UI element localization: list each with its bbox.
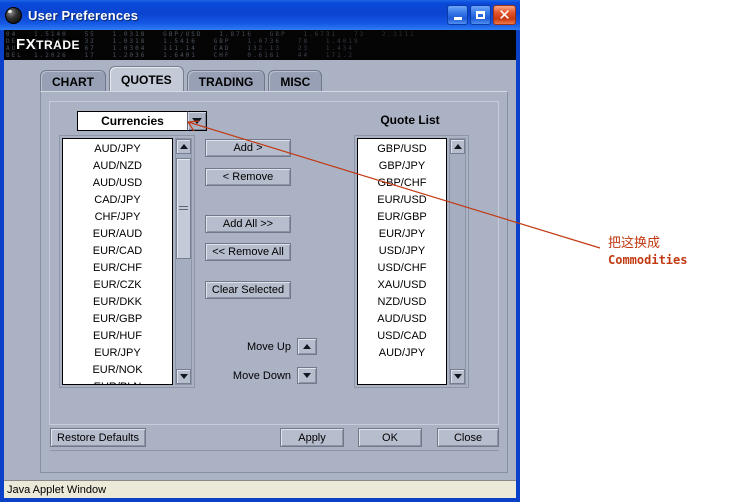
list-item[interactable]: EUR/PLN <box>63 379 172 384</box>
tab-quotes[interactable]: QUOTES <box>109 66 184 92</box>
maximize-button[interactable] <box>470 5 491 25</box>
list-item[interactable]: EUR/JPY <box>358 226 446 243</box>
annotation-text: 把这换成 Commodities <box>608 236 738 268</box>
move-down-label: Move Down <box>232 370 291 382</box>
clear-selected-button[interactable]: Clear Selected <box>205 281 291 299</box>
minimize-icon <box>453 17 462 20</box>
list-item[interactable]: NZD/USD <box>358 294 446 311</box>
add-button[interactable]: Add > <box>205 139 291 157</box>
remove-button[interactable]: < Remove <box>205 168 291 186</box>
chevron-down-icon[interactable] <box>187 111 207 131</box>
close-button[interactable]: ✕ <box>493 5 516 25</box>
chevron-down-icon <box>453 374 462 379</box>
quote-list-scrollbar[interactable] <box>449 138 466 385</box>
list-item[interactable]: USD/JPY <box>358 243 446 260</box>
list-item[interactable]: EUR/CAD <box>63 243 172 260</box>
title-bar: User Preferences ✕ <box>0 0 520 30</box>
quote-list-title: Quote List <box>380 113 440 127</box>
list-item[interactable]: GBP/JPY <box>358 158 446 175</box>
list-item[interactable]: GBP/CHF <box>358 175 446 192</box>
close-dialog-button[interactable]: Close <box>437 428 499 447</box>
restore-defaults-button[interactable]: Restore Defaults <box>50 428 146 447</box>
chevron-up-icon <box>179 144 188 149</box>
grip-icon <box>179 205 188 212</box>
add-all-button[interactable]: Add All >> <box>205 215 291 233</box>
list-item[interactable]: EUR/HUF <box>63 328 172 345</box>
list-item[interactable]: GBP/USD <box>358 141 446 158</box>
list-item[interactable]: AUD/JPY <box>358 345 446 362</box>
chevron-down-icon <box>179 374 188 379</box>
list-item[interactable]: XAU/USD <box>358 277 446 294</box>
move-up-button[interactable] <box>297 338 317 355</box>
available-list-scrollbar[interactable] <box>175 138 192 385</box>
move-up-label: Move Up <box>246 341 291 353</box>
app-sphere-icon <box>5 6 22 24</box>
list-item[interactable]: EUR/CHF <box>63 260 172 277</box>
list-item[interactable]: EUR/DKK <box>63 294 172 311</box>
quote-list-items[interactable]: GBP/USD GBP/JPY GBP/CHF EUR/USD EUR/GBP EUR/J… <box>357 138 447 385</box>
apply-button[interactable]: Apply <box>280 428 344 447</box>
scroll-up-button[interactable] <box>450 139 465 154</box>
fxtrade-logo-main: FX <box>16 36 37 53</box>
quotes-tab-panel: Currencies AUD/JPY AUD/NZD AUD/USD CAD/JPY C… <box>40 91 508 473</box>
list-item[interactable]: CAD/JPY <box>63 192 172 209</box>
list-item[interactable]: EUR/USD <box>358 192 446 209</box>
fxtrade-logo-rest: TRADE <box>36 38 81 52</box>
banner-gradient-mask <box>204 30 516 60</box>
list-item[interactable]: AUD/USD <box>358 311 446 328</box>
list-item[interactable]: AUD/JPY <box>63 141 172 158</box>
fxtrade-banner: 04 1.5140 55 1.0318 GBP/USD 1.8716 GBP 1… <box>4 30 516 60</box>
scroll-down-button[interactable] <box>450 369 465 384</box>
instrument-category-value: Currencies <box>77 111 187 131</box>
application-window: User Preferences ✕ 04 1.5140 55 1.0318 G… <box>0 0 520 502</box>
tab-misc[interactable]: MISC <box>268 70 323 92</box>
chevron-down-icon <box>303 373 311 378</box>
instrument-category-dropdown[interactable]: Currencies <box>77 111 207 131</box>
list-item[interactable]: EUR/AUD <box>63 226 172 243</box>
window-body: CHART QUOTES TRADING MISC Currencies AUD… <box>4 60 516 480</box>
fxtrade-logo: FXTRADE <box>16 36 80 53</box>
quotes-settings-card: Currencies AUD/JPY AUD/NZD AUD/USD CAD/JPY C… <box>49 101 499 425</box>
window-controls: ✕ <box>447 5 520 25</box>
tab-chart[interactable]: CHART <box>40 70 106 92</box>
minimize-button[interactable] <box>447 5 468 25</box>
title-bar-left: User Preferences <box>0 6 447 24</box>
close-icon: ✕ <box>498 5 511 24</box>
list-item[interactable]: EUR/GBP <box>358 209 446 226</box>
maximize-icon <box>476 11 485 19</box>
list-item[interactable]: EUR/NOK <box>63 362 172 379</box>
remove-all-button[interactable]: << Remove All <box>205 243 291 261</box>
quote-list[interactable]: GBP/USD GBP/JPY GBP/CHF EUR/USD EUR/GBP EUR/J… <box>354 135 469 388</box>
move-down-button[interactable] <box>297 367 317 384</box>
available-instruments-items[interactable]: AUD/JPY AUD/NZD AUD/USD CAD/JPY CHF/JPY EUR/A… <box>62 138 173 385</box>
status-bar-text: Java Applet Window <box>7 483 107 496</box>
scroll-up-button[interactable] <box>176 139 191 154</box>
list-item[interactable]: AUD/NZD <box>63 158 172 175</box>
list-item[interactable]: USD/CAD <box>358 328 446 345</box>
chevron-up-icon <box>303 344 311 349</box>
status-bar: Java Applet Window <box>4 480 516 498</box>
list-item[interactable]: AUD/USD <box>63 175 172 192</box>
list-item[interactable]: EUR/GBP <box>63 311 172 328</box>
list-item[interactable]: EUR/CZK <box>63 277 172 294</box>
annotation-english: Commodities <box>608 253 688 267</box>
scrollbar-track[interactable] <box>176 154 191 369</box>
scrollbar-thumb[interactable] <box>176 158 191 260</box>
available-instruments-list[interactable]: AUD/JPY AUD/NZD AUD/USD CAD/JPY CHF/JPY EUR/A… <box>59 135 195 388</box>
footer-divider <box>50 450 499 451</box>
list-item[interactable]: CHF/JPY <box>63 209 172 226</box>
scrollbar-track[interactable] <box>450 154 465 369</box>
list-item[interactable]: USD/CHF <box>358 260 446 277</box>
window-title: User Preferences <box>28 7 139 23</box>
scroll-down-button[interactable] <box>176 369 191 384</box>
tab-trading[interactable]: TRADING <box>186 70 266 92</box>
annotation-chinese: 把这换成 <box>608 236 661 251</box>
tab-bar: CHART QUOTES TRADING MISC <box>40 66 325 92</box>
ok-button[interactable]: OK <box>358 428 422 447</box>
chevron-up-icon <box>453 144 462 149</box>
list-item[interactable]: EUR/JPY <box>63 345 172 362</box>
